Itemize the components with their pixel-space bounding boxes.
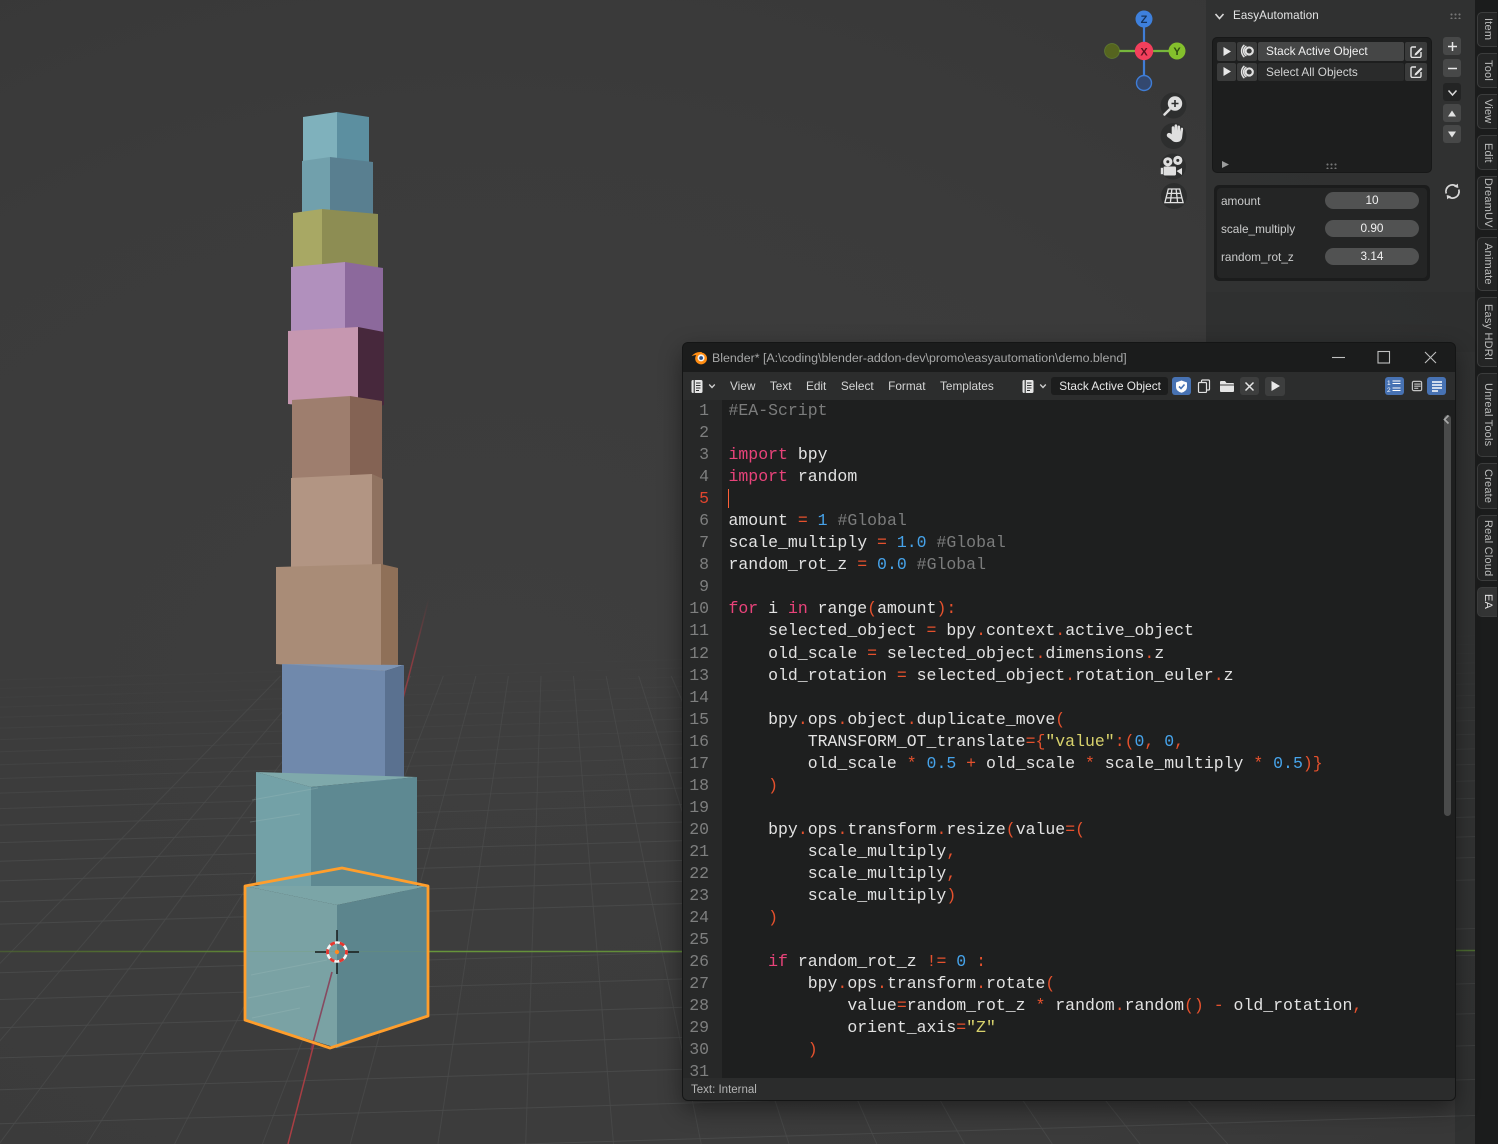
svg-text:Y: Y (1173, 46, 1181, 58)
svg-text:X: X (1140, 47, 1148, 59)
svg-text:1: 1 (1387, 380, 1391, 387)
svg-text:Z: Z (1141, 14, 1148, 26)
svg-text:2: 2 (1387, 387, 1391, 393)
